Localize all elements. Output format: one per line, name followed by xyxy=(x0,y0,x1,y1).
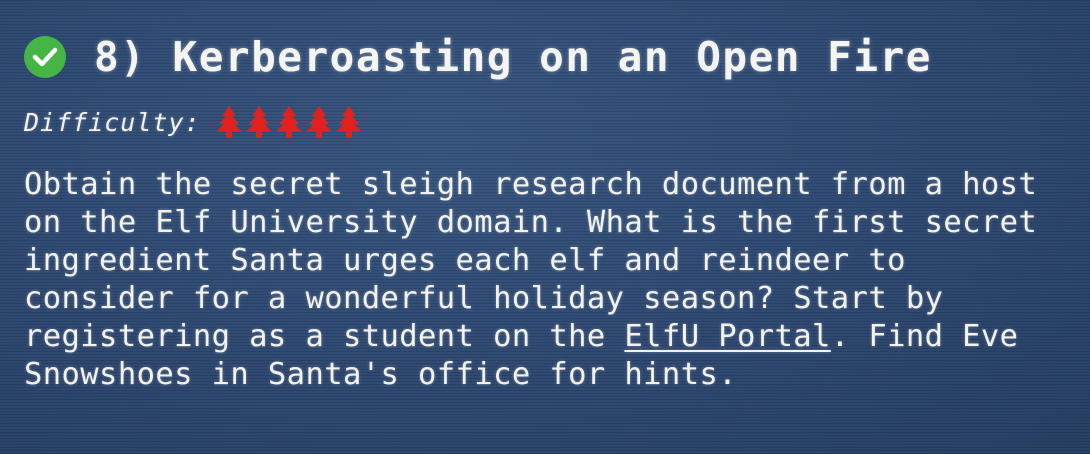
challenge-panel: 8) Kerberoasting on an Open Fire Difficu… xyxy=(0,0,1090,454)
elfu-portal-link[interactable]: ElfU Portal xyxy=(624,319,830,354)
challenge-header: 8) Kerberoasting on an Open Fire xyxy=(24,30,1066,84)
difficulty-label: Difficulty: xyxy=(24,107,201,137)
challenge-title: 8) Kerberoasting on an Open Fire xyxy=(94,33,932,81)
difficulty-row: Difficulty: xyxy=(24,102,1066,142)
christmas-tree-icon xyxy=(215,106,242,138)
christmas-tree-icon xyxy=(275,106,302,138)
christmas-tree-icon xyxy=(305,106,332,138)
difficulty-rating xyxy=(215,105,365,139)
challenge-description: Obtain the secret sleigh research docume… xyxy=(24,166,1084,394)
christmas-tree-icon xyxy=(335,106,362,138)
check-circle-icon xyxy=(24,36,66,78)
christmas-tree-icon xyxy=(245,106,272,138)
